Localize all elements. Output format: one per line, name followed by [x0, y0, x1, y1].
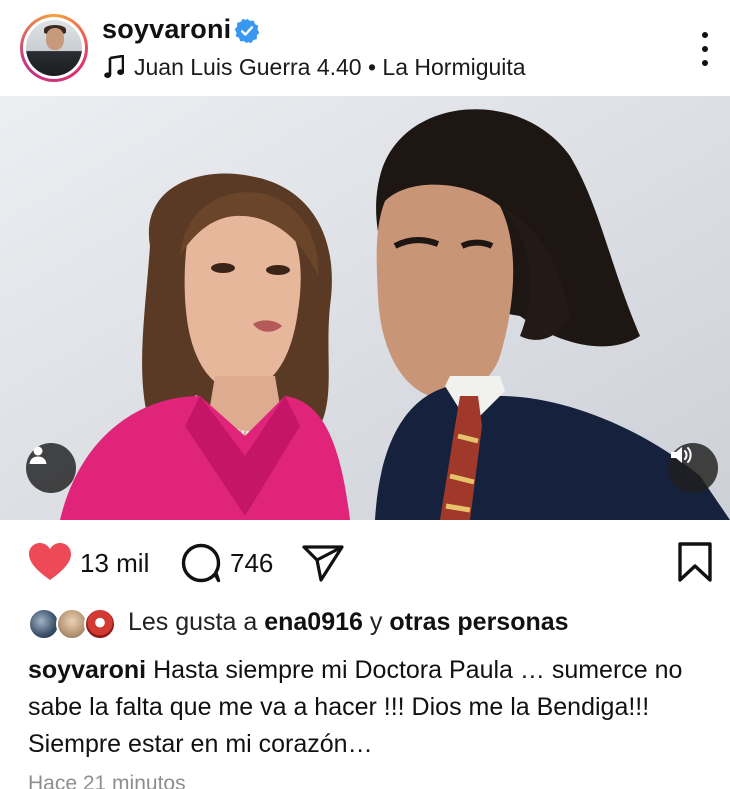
heart-icon[interactable]	[28, 542, 72, 582]
liked-by-others-link[interactable]: otras personas	[389, 608, 568, 636]
liked-by-row[interactable]: Les gusta a ena0916 y otras personas	[28, 606, 728, 642]
avatar-image	[26, 20, 82, 76]
bookmark-icon[interactable]	[677, 542, 713, 582]
speaker-icon[interactable]	[668, 443, 718, 493]
post-photo-illustration	[0, 96, 730, 520]
post-username[interactable]: soyvaroni	[102, 14, 231, 45]
comments-count[interactable]: 746	[230, 548, 273, 579]
post-actions: 13 mil 746	[0, 520, 730, 608]
liked-by-user-link[interactable]: ena0916	[264, 608, 363, 636]
post-image[interactable]	[0, 96, 730, 520]
liked-by-text: Les gusta a ena0916 y otras personas	[128, 608, 569, 637]
comment-icon[interactable]	[180, 542, 222, 584]
liker-avatar	[84, 608, 116, 640]
more-options-icon[interactable]	[694, 32, 716, 66]
person-tag-icon[interactable]	[26, 443, 76, 493]
post-timestamp: Hace 21 minutos	[28, 772, 186, 789]
caption-username[interactable]: soyvaroni	[28, 656, 146, 684]
liker-avatars	[28, 608, 118, 640]
likes-count[interactable]: 13 mil	[80, 548, 149, 579]
music-note-icon	[104, 55, 124, 78]
post-caption: soyvaroni Hasta siempre mi Doctora Paula…	[28, 652, 718, 763]
profile-avatar[interactable]	[20, 14, 88, 82]
liked-by-prefix: Les gusta a	[128, 608, 258, 636]
verified-badge-icon	[234, 18, 260, 44]
post-header: soyvaroni Juan Luis Guerra 4.40 • La Hor…	[0, 0, 730, 96]
music-track-link[interactable]: Juan Luis Guerra 4.40 • La Hormiguita	[134, 54, 526, 81]
liked-by-joiner: y	[369, 608, 383, 636]
share-send-icon[interactable]	[302, 544, 344, 582]
